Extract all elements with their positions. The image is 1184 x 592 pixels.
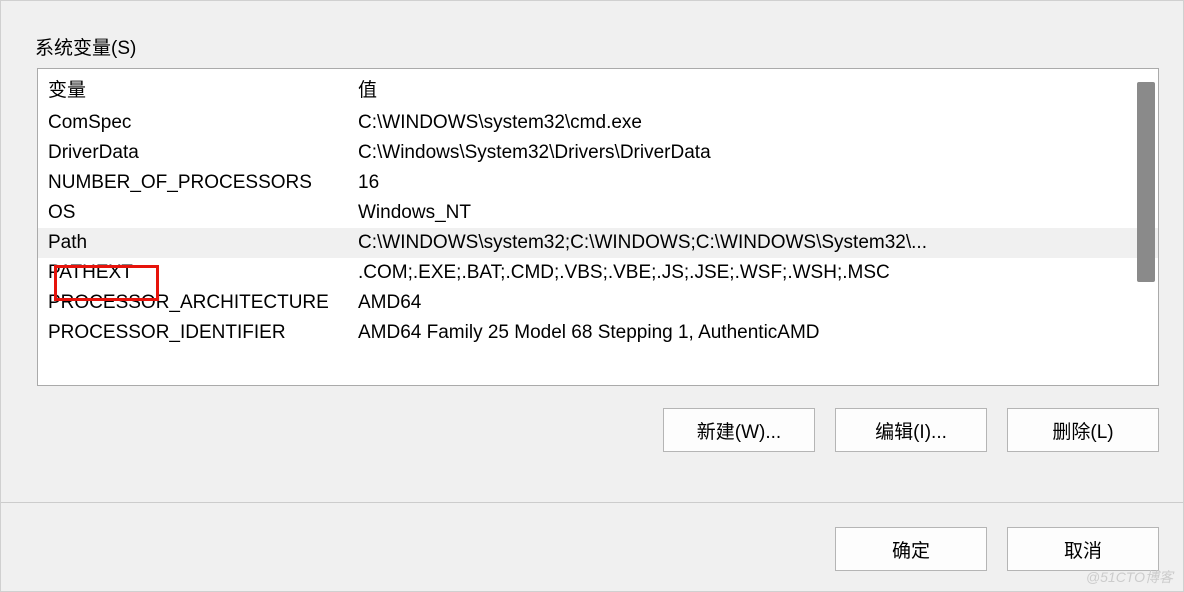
variable-value-cell: 16: [348, 168, 1158, 198]
table-row[interactable]: DriverDataC:\Windows\System32\Drivers\Dr…: [38, 138, 1158, 168]
table-row[interactable]: PROCESSOR_ARCHITECTUREAMD64: [38, 288, 1158, 318]
edit-button[interactable]: 编辑(I)...: [835, 408, 987, 452]
variable-name-cell: OS: [38, 198, 348, 228]
table-row[interactable]: ComSpecC:\WINDOWS\system32\cmd.exe: [38, 108, 1158, 138]
scrollbar-track[interactable]: [1137, 72, 1155, 384]
table-row[interactable]: NUMBER_OF_PROCESSORS16: [38, 168, 1158, 198]
new-button[interactable]: 新建(W)...: [663, 408, 815, 452]
variable-name-cell: PATHEXT: [38, 258, 348, 288]
variable-value-cell: C:\Windows\System32\Drivers\DriverData: [348, 138, 1158, 168]
table-row[interactable]: PathC:\WINDOWS\system32;C:\WINDOWS;C:\WI…: [38, 228, 1158, 258]
variable-name-cell: ComSpec: [38, 108, 348, 138]
table-wrapper: 变量 值 ComSpecC:\WINDOWS\system32\cmd.exeD…: [37, 68, 1159, 386]
variable-value-cell: C:\WINDOWS\system32;C:\WINDOWS;C:\WINDOW…: [348, 228, 1158, 258]
system-variables-table[interactable]: 变量 值 ComSpecC:\WINDOWS\system32\cmd.exeD…: [38, 69, 1158, 348]
system-variables-button-row: 新建(W)... 编辑(I)... 删除(L): [21, 408, 1159, 452]
variable-value-cell: AMD64: [348, 288, 1158, 318]
variable-value-cell: Windows_NT: [348, 198, 1158, 228]
dialog-button-row: 确定 取消: [1, 502, 1183, 571]
scrollbar-thumb[interactable]: [1137, 82, 1155, 282]
env-variables-dialog: 系统变量(S) 变量 值 ComSpecC:\WINDOWS\system32\…: [0, 0, 1184, 592]
variable-name-cell: Path: [38, 228, 348, 258]
column-header-name[interactable]: 变量: [38, 69, 348, 108]
variable-name-cell: PROCESSOR_IDENTIFIER: [38, 318, 348, 348]
column-header-value[interactable]: 值: [348, 69, 1158, 108]
table-row[interactable]: OSWindows_NT: [38, 198, 1158, 228]
variable-value-cell: AMD64 Family 25 Model 68 Stepping 1, Aut…: [348, 318, 1158, 348]
watermark: @51CTO博客: [1086, 567, 1173, 587]
variable-name-cell: PROCESSOR_ARCHITECTURE: [38, 288, 348, 318]
variable-value-cell: C:\WINDOWS\system32\cmd.exe: [348, 108, 1158, 138]
variable-name-cell: DriverData: [38, 138, 348, 168]
delete-button[interactable]: 删除(L): [1007, 408, 1159, 452]
table-row[interactable]: PROCESSOR_IDENTIFIERAMD64 Family 25 Mode…: [38, 318, 1158, 348]
variable-name-cell: NUMBER_OF_PROCESSORS: [38, 168, 348, 198]
cancel-button[interactable]: 取消: [1007, 527, 1159, 571]
ok-button[interactable]: 确定: [835, 527, 987, 571]
system-variables-table-container: 变量 值 ComSpecC:\WINDOWS\system32\cmd.exeD…: [37, 68, 1159, 386]
variable-value-cell: .COM;.EXE;.BAT;.CMD;.VBS;.VBE;.JS;.JSE;.…: [348, 258, 1158, 288]
system-variables-group-label: 系统变量(S): [21, 33, 1163, 60]
table-row[interactable]: PATHEXT.COM;.EXE;.BAT;.CMD;.VBS;.VBE;.JS…: [38, 258, 1158, 288]
